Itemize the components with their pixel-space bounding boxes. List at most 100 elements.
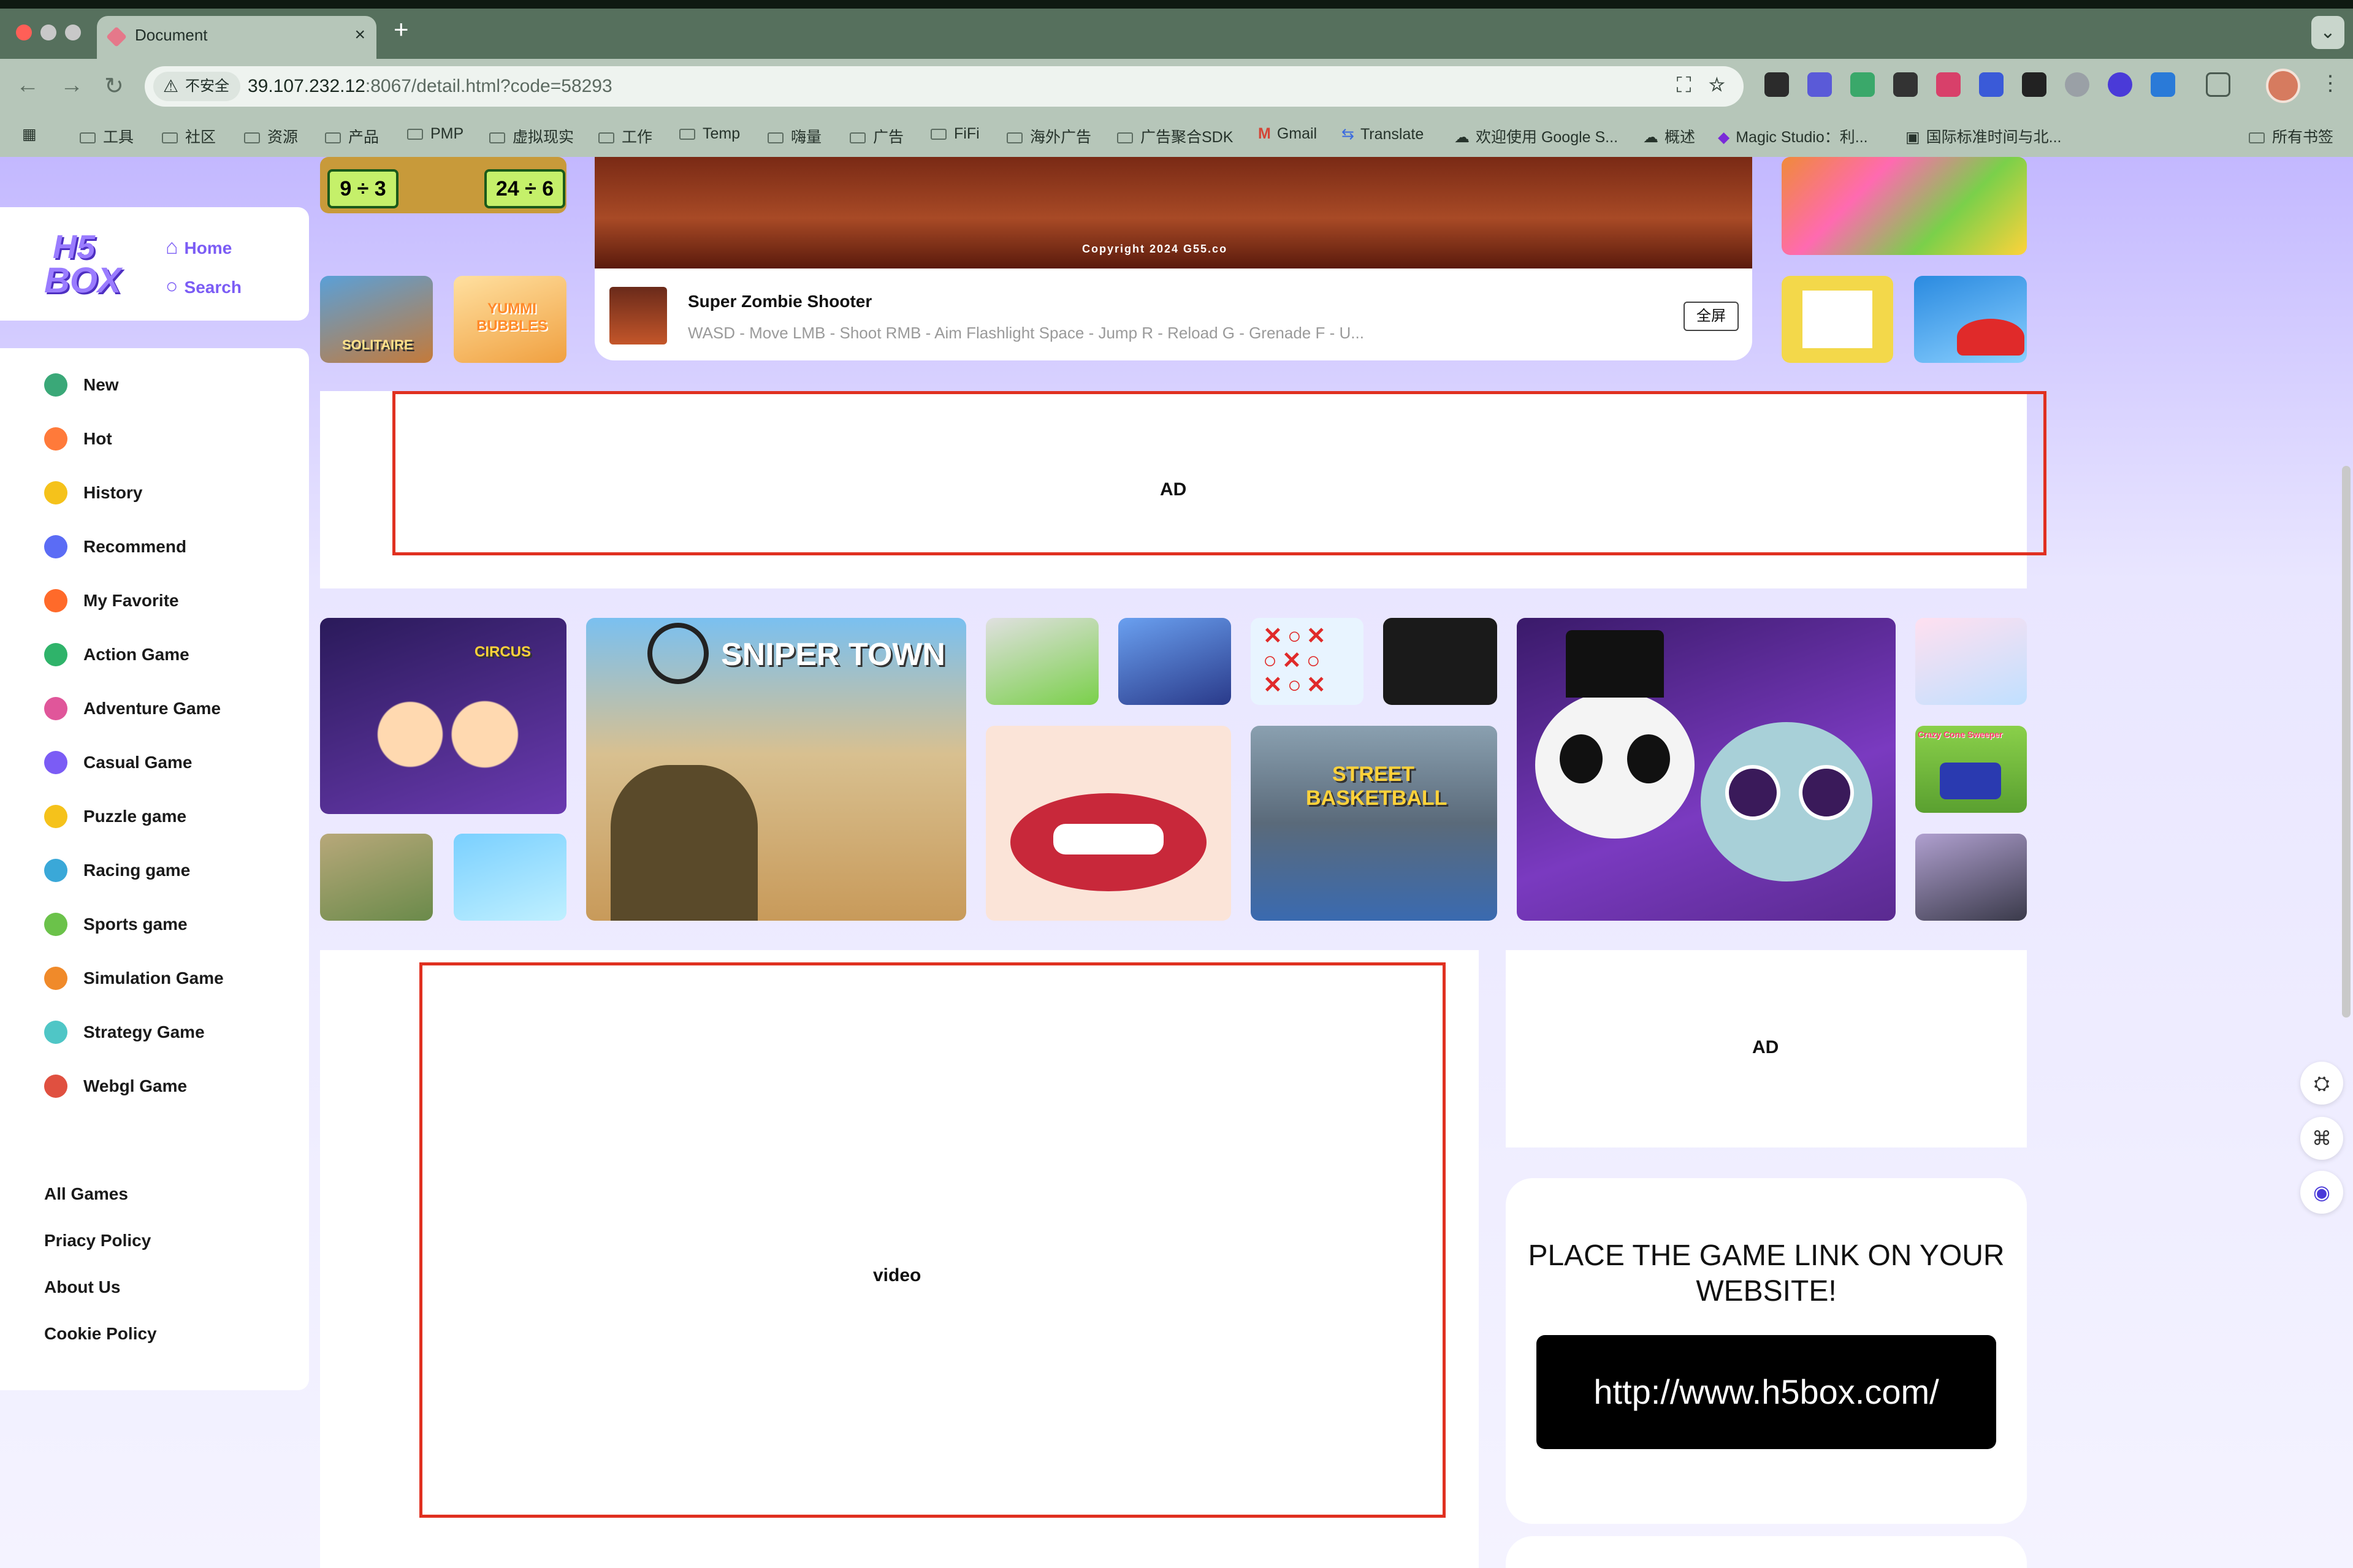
all-games-link[interactable]: All Games — [44, 1184, 128, 1204]
game-thumb-lips[interactable] — [986, 726, 1231, 921]
game-thumb-blocks[interactable] — [1782, 276, 1893, 363]
bookmark-time[interactable]: ▣ 国际标准时间与北... — [1905, 125, 2061, 147]
bookmark-tools[interactable]: 工具 — [80, 125, 134, 147]
bookmark-products[interactable]: 产品 — [325, 125, 379, 147]
bookmark-hailiang[interactable]: 嗨量 — [768, 125, 822, 147]
profile-avatar[interactable] — [2266, 69, 2300, 103]
assistant-float-icon[interactable]: ◉ — [2300, 1171, 2343, 1214]
sidebar-item-action-game[interactable]: Action Game — [83, 645, 189, 664]
bookmark-ads[interactable]: 广告 — [850, 125, 904, 147]
extension-icon-5[interactable] — [1936, 72, 1961, 97]
game-thumb-drill[interactable] — [1915, 834, 2027, 921]
tab-document[interactable]: Document × — [97, 16, 376, 59]
apps-float-icon[interactable]: ⌘ — [2300, 1117, 2343, 1160]
browser-menu-icon[interactable]: ⋮ — [2320, 71, 2341, 96]
sidebar-item-racing-game[interactable]: Racing game — [83, 861, 190, 880]
maximize-window-button[interactable] — [65, 25, 81, 40]
home-link[interactable]: ⌂ Home — [166, 235, 232, 259]
sidebar-item-hot[interactable]: Hot — [83, 429, 112, 449]
page-scrollbar[interactable] — [2342, 466, 2351, 1018]
bookmark-ad-sdk[interactable]: 广告聚合SDK — [1117, 125, 1233, 147]
game-thumb-tic-tac-toe[interactable]: ✕○✕ ○✕○ ✕○✕ — [1251, 618, 1363, 705]
bookmark-magic-studio[interactable]: ◆ Magic Studio：利... — [1718, 125, 1868, 147]
game-thumb-crowd[interactable] — [986, 618, 1099, 705]
ad-frame-top[interactable] — [392, 391, 2046, 555]
bookmark-work[interactable]: 工作 — [598, 125, 652, 147]
bookmark-temp[interactable]: Temp — [679, 125, 740, 143]
game-thumb-circus[interactable]: CIRCUS — [320, 618, 566, 814]
extension-icon-10[interactable] — [2151, 72, 2175, 97]
extension-icon-3[interactable] — [1850, 72, 1875, 97]
sidebar-item-strategy-game[interactable]: Strategy Game — [83, 1022, 205, 1042]
url-text[interactable]: 39.107.232.12:8067/detail.html?code=5829… — [248, 76, 612, 97]
game-thumb-sniper-town[interactable]: SNIPER TOWN — [586, 618, 966, 921]
game-thumb-candy[interactable] — [1782, 157, 2027, 255]
tab-search-button[interactable]: ⌄ — [2311, 16, 2344, 49]
sidebar-item-my-favorite[interactable]: My Favorite — [83, 591, 179, 611]
bookmark-google[interactable]: ☁ 欢迎使用 Google S... — [1454, 125, 1618, 147]
extensions-puzzle-icon[interactable] — [2206, 72, 2230, 97]
bookmark-community[interactable]: 社区 — [162, 125, 216, 147]
sidebar-item-history[interactable]: History — [83, 483, 142, 503]
back-arrow-icon[interactable]: ← — [16, 72, 39, 99]
bookmark-overview[interactable]: ☁ 概述 — [1643, 125, 1695, 147]
extension-icon-2[interactable] — [1807, 72, 1832, 97]
game-thumb-crazy-cone-sweeper[interactable]: Crazy Cone Sweeper — [1915, 726, 2027, 813]
extension-icon-9[interactable] — [2108, 72, 2132, 97]
game-thumb-yummi-bubbles[interactable]: YUMMI BUBBLES — [454, 276, 566, 363]
bookmark-pmp[interactable]: PMP — [407, 125, 463, 143]
game-thumb-solitaire[interactable]: SOLITAIRE — [320, 276, 433, 363]
game-thumb-street-basketball[interactable]: STREET BASKETBALL — [1251, 726, 1497, 921]
game-thumb-skeleton[interactable] — [1517, 618, 1896, 921]
game-thumb-hero[interactable] — [1118, 618, 1231, 705]
forward-arrow-icon[interactable]: → — [60, 72, 83, 99]
game-canvas[interactable]: Copyright 2024 G55.co — [595, 157, 1752, 268]
privacy-policy-link[interactable]: Priacy Policy — [44, 1231, 151, 1250]
bookmark-vr[interactable]: 虚拟现实 — [489, 125, 574, 147]
share-link-box[interactable]: http://www.h5box.com/ — [1536, 1335, 1996, 1449]
game-thumb-christmas[interactable] — [1914, 276, 2027, 363]
address-bar[interactable]: ⚠ 不安全 39.107.232.12:8067/detail.html?cod… — [145, 66, 1744, 107]
cookie-policy-link[interactable]: Cookie Policy — [44, 1324, 157, 1344]
sidebar-item-sports-game[interactable]: Sports game — [83, 915, 188, 934]
game-thumb-princesses[interactable] — [1915, 618, 2027, 705]
extension-icon-6[interactable] — [1979, 72, 2004, 97]
sidebar-item-casual-game[interactable]: Casual Game — [83, 753, 192, 772]
game-thumb-runner[interactable] — [454, 834, 566, 921]
extension-icon-4[interactable] — [1893, 72, 1918, 97]
about-us-link[interactable]: About Us — [44, 1277, 120, 1297]
sidebar-item-adventure-game[interactable]: Adventure Game — [83, 699, 221, 718]
bookmark-resources[interactable]: 资源 — [244, 125, 298, 147]
close-window-button[interactable] — [16, 25, 32, 40]
fullscreen-button[interactable]: 全屏 — [1684, 302, 1739, 331]
bookmark-star-icon[interactable]: ☆ — [1709, 74, 1725, 97]
translate-icon[interactable]: ⛶ — [1677, 74, 1691, 97]
sidebar-item-recommend[interactable]: Recommend — [83, 537, 186, 557]
game-thumb-truck[interactable] — [320, 834, 433, 921]
sidebar-item-simulation-game[interactable]: Simulation Game — [83, 969, 224, 988]
minimize-window-button[interactable] — [40, 25, 56, 40]
game-player[interactable]: Copyright 2024 G55.co Super Zombie Shoot… — [595, 157, 1752, 360]
sidebar-item-puzzle-game[interactable]: Puzzle game — [83, 807, 186, 826]
game-thumb-math[interactable]: 9 ÷ 3 24 ÷ 6 — [320, 157, 566, 213]
extension-icon-8[interactable] — [2065, 72, 2089, 97]
tab-close-icon[interactable]: × — [354, 25, 365, 45]
new-tab-button[interactable]: + — [394, 15, 409, 44]
reload-icon[interactable]: ↻ — [104, 72, 124, 100]
game-thumb-dark-room[interactable] — [1383, 618, 1497, 705]
sidebar-item-webgl-game[interactable]: Webgl Game — [83, 1076, 187, 1096]
extension-icon-7[interactable] — [2022, 72, 2046, 97]
video-frame[interactable] — [419, 962, 1446, 1518]
translate-float-icon[interactable]: ⛭ — [2300, 1062, 2343, 1105]
bookmark-fifi[interactable]: FiFi — [931, 125, 980, 143]
sidebar-item-new[interactable]: New — [83, 375, 119, 395]
bookmark-translate[interactable]: ⇆ Translate — [1341, 125, 1424, 143]
search-link[interactable]: ○ Search — [166, 275, 242, 299]
extension-icon-1[interactable] — [1764, 72, 1789, 97]
h5box-logo[interactable]: H5 BOX — [44, 228, 123, 303]
bookmark-overseas-ads[interactable]: 海外广告 — [1007, 125, 1091, 147]
bookmark-all[interactable]: 所有书签 — [2249, 125, 2333, 147]
security-chip[interactable]: ⚠ 不安全 — [153, 72, 240, 101]
bookmark-gmail[interactable]: M Gmail — [1258, 125, 1317, 143]
apps-grid-icon[interactable]: ▦ — [22, 125, 37, 143]
